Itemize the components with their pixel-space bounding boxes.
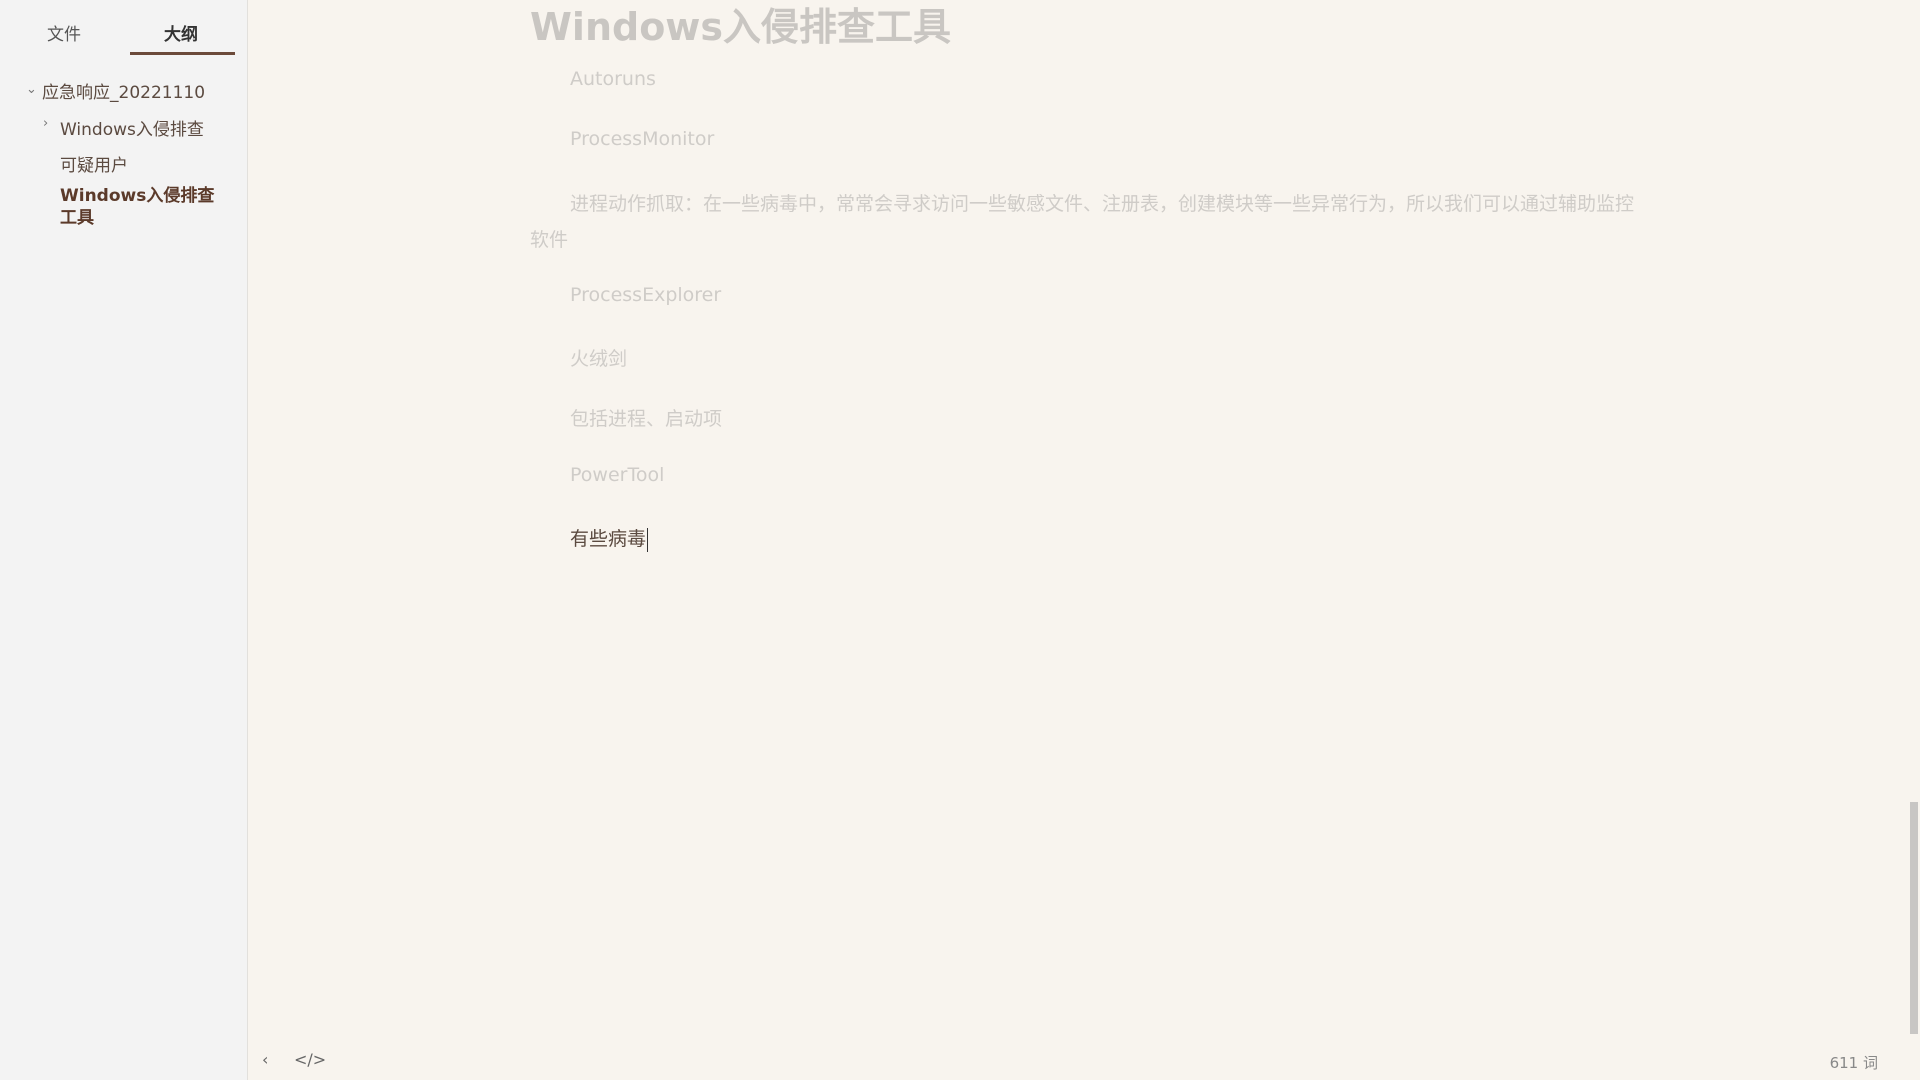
- paragraph[interactable]: ProcessExplorer: [570, 284, 721, 306]
- paragraph[interactable]: Autoruns: [570, 68, 656, 90]
- paragraph[interactable]: PowerTool: [570, 464, 664, 486]
- outline-item-windows-intrusion[interactable]: Windows入侵排查: [60, 115, 204, 140]
- scrollbar[interactable]: [1910, 802, 1918, 1034]
- paragraph[interactable]: 进程动作抓取：在一些病毒中，常常会寻求访问一些敏感文件、注册表，创建模块等一些异…: [530, 186, 1640, 258]
- outline-item-suspicious-users[interactable]: 可疑用户: [60, 151, 128, 176]
- editor[interactable]: Windows入侵排查工具 Autoruns ProcessMonitor 进程…: [248, 0, 1920, 1080]
- paragraph[interactable]: 火绒剑: [570, 344, 627, 371]
- chevron-down-icon[interactable]: ⌄: [26, 82, 37, 97]
- paragraph[interactable]: 包括进程、启动项: [570, 404, 722, 431]
- document-title[interactable]: Windows入侵排查工具: [530, 0, 951, 51]
- paragraph[interactable]: ProcessMonitor: [570, 128, 714, 150]
- tab-outline[interactable]: 大纲: [164, 20, 198, 45]
- outline-item-windows-tools[interactable]: Windows入侵排查工具: [60, 185, 220, 229]
- outline-item-emergency-response[interactable]: 应急响应_20221110: [42, 78, 205, 103]
- typora-window: 文件 大纲 ⌄ 应急响应_20221110 › Windows入侵排查 可疑用户…: [0, 0, 1920, 1080]
- active-tab-indicator: [130, 52, 235, 55]
- text-caret: [647, 527, 649, 552]
- chevron-right-icon[interactable]: ›: [43, 116, 48, 131]
- sidebar: 文件 大纲 ⌄ 应急响应_20221110 › Windows入侵排查 可疑用户…: [0, 0, 248, 1080]
- chevron-left-icon[interactable]: ‹: [262, 1050, 268, 1069]
- word-count[interactable]: 611 词: [1830, 1052, 1878, 1073]
- code-icon[interactable]: </>: [294, 1050, 326, 1069]
- active-paragraph-text[interactable]: 有些病毒: [570, 528, 646, 550]
- tab-files[interactable]: 文件: [47, 20, 81, 45]
- active-paragraph[interactable]: 有些病毒: [570, 524, 649, 552]
